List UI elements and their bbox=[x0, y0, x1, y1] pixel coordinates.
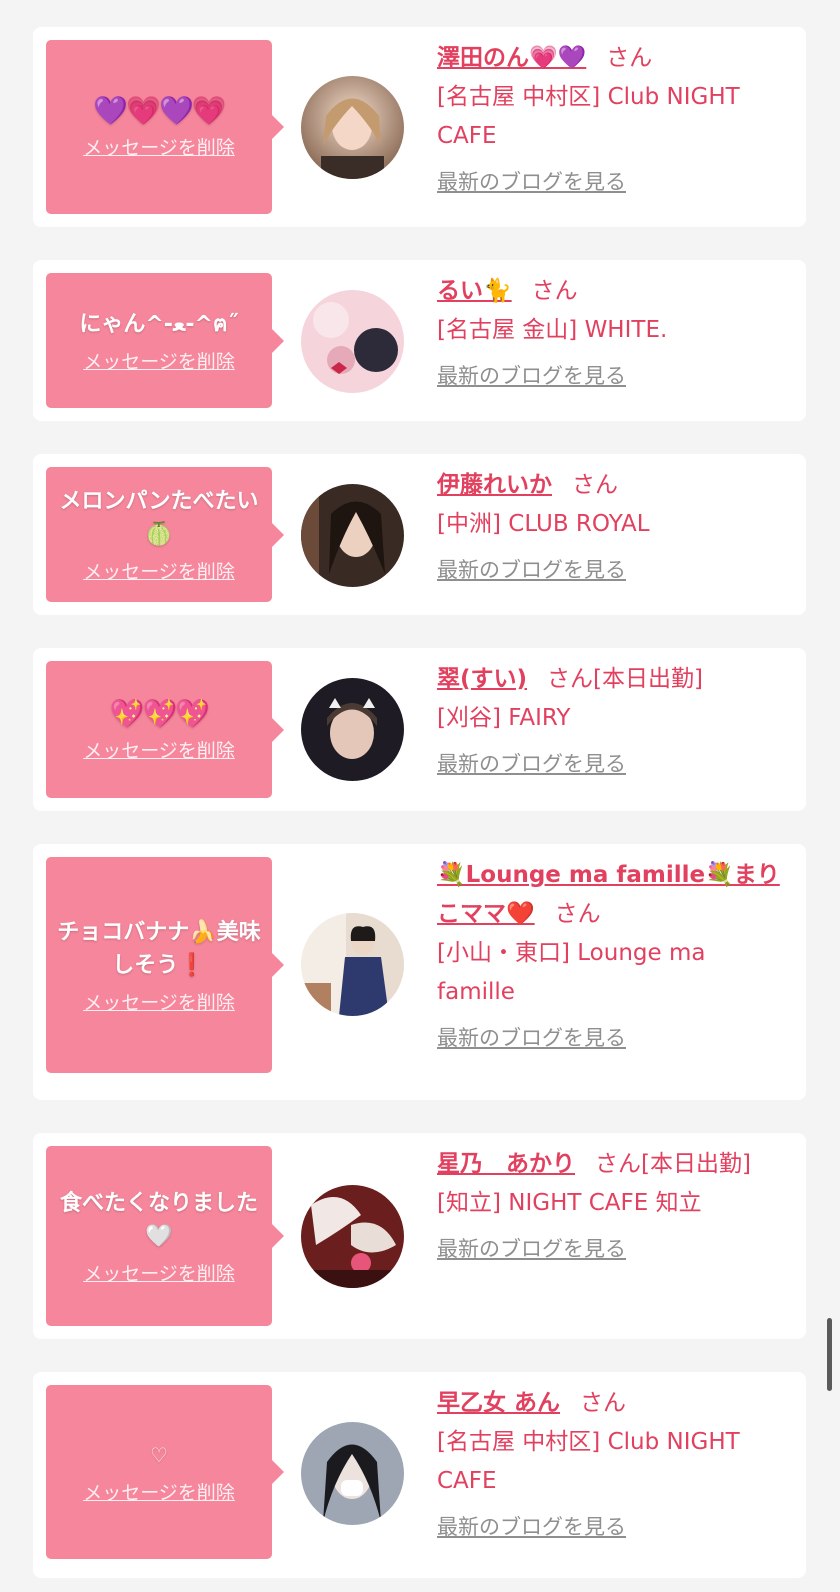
shop-name: [知立] NIGHT CAFE 知立 bbox=[437, 1190, 702, 1216]
message-bubble: にゃん^-ﻌ-^ฅ˝ メッセージを削除 bbox=[46, 273, 284, 408]
message-card: 💜💗💜💗 メッセージを削除 澤田のん💗💜 さん [名古屋 中村区] Club NI… bbox=[33, 27, 806, 227]
message-text: 💜💗💜💗 bbox=[93, 94, 226, 127]
avatar[interactable] bbox=[301, 913, 404, 1016]
message-card: 💖💖💖 メッセージを削除 翠(すい) さん[本日出勤] [刈谷] FAIRY 最新… bbox=[33, 648, 806, 811]
shop-name: [小山・東口] Lounge ma famille bbox=[437, 940, 706, 1005]
message-text: チョコバナナ🍌美味しそう❗ bbox=[57, 919, 261, 978]
avatar[interactable] bbox=[301, 678, 404, 781]
sender-info: 早乙女 あん さん [名古屋 中村区] Club NIGHT CAFE 最新のブロ… bbox=[437, 1384, 788, 1541]
message-bubble: 💖💖💖 メッセージを削除 bbox=[46, 661, 284, 798]
sender-info: 澤田のん💗💜 さん [名古屋 中村区] Club NIGHT CAFE 最新のブロ… bbox=[437, 39, 788, 196]
sender-name-link[interactable]: 💐Lounge ma famille💐まりこママ❤️ bbox=[437, 862, 780, 927]
honorific: さん bbox=[606, 45, 653, 71]
status-text: [本日出勤] bbox=[641, 1151, 751, 1177]
honorific: さん bbox=[554, 901, 601, 927]
avatar-photo-icon bbox=[301, 913, 404, 1016]
avatar[interactable] bbox=[301, 1422, 404, 1525]
sender-name-link[interactable]: 伊藤れいか bbox=[437, 472, 552, 498]
sender-info: 翠(すい) さん[本日出勤] [刈谷] FAIRY 最新のブログを見る bbox=[437, 660, 788, 778]
avatar[interactable] bbox=[301, 76, 404, 179]
avatar[interactable] bbox=[301, 1185, 404, 1288]
shop-name: [名古屋 中村区] Club NIGHT CAFE bbox=[437, 84, 740, 149]
honorific: さん bbox=[580, 1390, 627, 1416]
honorific: さん bbox=[595, 1151, 641, 1177]
delete-message-link[interactable]: メッセージを削除 bbox=[83, 347, 235, 374]
latest-blog-link[interactable]: 最新のブログを見る bbox=[437, 748, 626, 778]
avatar-photo-icon bbox=[301, 1422, 404, 1525]
latest-blog-link[interactable]: 最新のブログを見る bbox=[437, 166, 626, 196]
sender-info: るい🐈 さん [名古屋 金山] WHITE. 最新のブログを見る bbox=[437, 272, 788, 390]
delete-message-link[interactable]: メッセージを削除 bbox=[83, 736, 235, 763]
message-card: チョコバナナ🍌美味しそう❗ メッセージを削除 💐Lounge ma famill… bbox=[33, 844, 806, 1100]
avatar-photo-icon bbox=[301, 1185, 404, 1288]
latest-blog-link[interactable]: 最新のブログを見る bbox=[437, 1022, 626, 1052]
message-card: ♡ メッセージを削除 早乙女 あん さん [名古屋 中村区] Club NIGHT… bbox=[33, 1372, 806, 1578]
avatar[interactable] bbox=[301, 290, 404, 393]
delete-message-link[interactable]: メッセージを削除 bbox=[83, 557, 235, 584]
sender-name-link[interactable]: 星乃 あかり bbox=[437, 1151, 575, 1177]
delete-message-link[interactable]: メッセージを削除 bbox=[83, 133, 235, 160]
delete-message-link[interactable]: メッセージを削除 bbox=[83, 988, 235, 1015]
avatar-photo-icon bbox=[301, 678, 404, 781]
sender-name-link[interactable]: るい🐈 bbox=[437, 278, 512, 304]
message-text: メロンパンたべたい🍈 bbox=[59, 489, 259, 547]
sender-info: 💐Lounge ma famille💐まりこママ❤️ さん [小山・東口] Lou… bbox=[437, 856, 788, 1052]
scrollbar[interactable] bbox=[827, 1318, 832, 1391]
message-bubble: ♡ メッセージを削除 bbox=[46, 1385, 284, 1559]
honorific: さん bbox=[547, 666, 594, 692]
sender-info: 星乃 あかり さん[本日出勤] [知立] NIGHT CAFE 知立 最新のブログ… bbox=[437, 1145, 788, 1263]
shop-name: [中洲] CLUB ROYAL bbox=[437, 511, 650, 537]
latest-blog-link[interactable]: 最新のブログを見る bbox=[437, 554, 626, 584]
message-text: 💖💖💖 bbox=[109, 696, 211, 730]
sender-name-link[interactable]: 早乙女 あん bbox=[437, 1390, 560, 1416]
message-card: 食べたくなりました🤍 メッセージを削除 星乃 あかり さん[本日出勤] [知立] … bbox=[33, 1133, 806, 1339]
latest-blog-link[interactable]: 最新のブログを見る bbox=[437, 1511, 626, 1541]
avatar[interactable] bbox=[301, 484, 404, 587]
message-bubble: 💜💗💜💗 メッセージを削除 bbox=[46, 40, 284, 214]
message-card: メロンパンたべたい🍈 メッセージを削除 伊藤れいか さん [中洲] CLUB RO… bbox=[33, 454, 806, 615]
message-card: にゃん^-ﻌ-^ฅ˝ メッセージを削除 るい🐈 さん [名古屋 金山] WHITE… bbox=[33, 260, 806, 421]
status-text: [本日出勤] bbox=[593, 666, 703, 692]
message-bubble: 食べたくなりました🤍 メッセージを削除 bbox=[46, 1146, 284, 1326]
honorific: さん bbox=[572, 472, 618, 498]
message-bubble: メロンパンたべたい🍈 メッセージを削除 bbox=[46, 467, 284, 602]
avatar-photo-icon bbox=[301, 76, 404, 179]
latest-blog-link[interactable]: 最新のブログを見る bbox=[437, 1233, 626, 1263]
avatar-photo-icon bbox=[301, 484, 404, 587]
delete-message-link[interactable]: メッセージを削除 bbox=[83, 1478, 235, 1505]
avatar-photo-icon bbox=[301, 290, 404, 393]
honorific: さん bbox=[531, 278, 578, 304]
shop-name: [刈谷] FAIRY bbox=[437, 705, 571, 731]
delete-message-link[interactable]: メッセージを削除 bbox=[83, 1259, 235, 1286]
shop-name: [名古屋 中村区] Club NIGHT CAFE bbox=[437, 1429, 740, 1494]
sender-info: 伊藤れいか さん [中洲] CLUB ROYAL 最新のブログを見る bbox=[437, 466, 788, 584]
message-text: にゃん^-ﻌ-^ฅ˝ bbox=[79, 311, 239, 337]
message-text: ♡ bbox=[150, 1443, 168, 1467]
sender-name-link[interactable]: 澤田のん💗💜 bbox=[437, 45, 586, 71]
message-bubble: チョコバナナ🍌美味しそう❗ メッセージを削除 bbox=[46, 857, 284, 1073]
shop-name: [名古屋 金山] WHITE. bbox=[437, 317, 668, 343]
sender-name-link[interactable]: 翠(すい) bbox=[437, 666, 527, 692]
message-text: 食べたくなりました🤍 bbox=[59, 1190, 258, 1249]
latest-blog-link[interactable]: 最新のブログを見る bbox=[437, 360, 626, 390]
